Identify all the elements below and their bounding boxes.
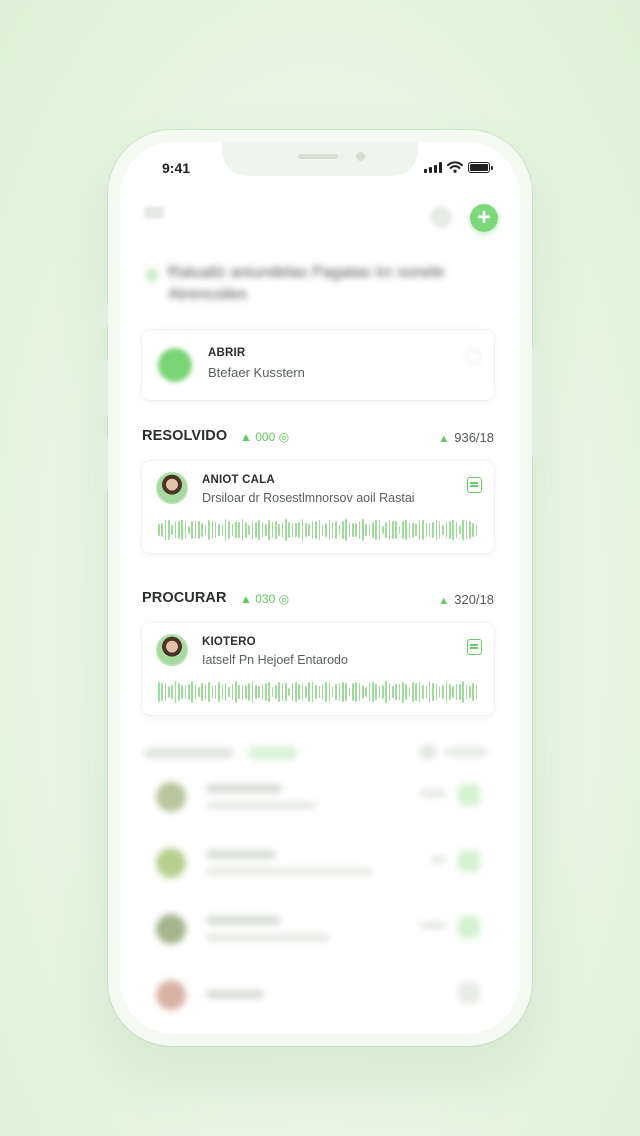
audio-waveform[interactable]: [158, 679, 478, 705]
status-icons: [424, 161, 493, 173]
row-action-button[interactable]: [458, 850, 480, 872]
placeholder-line: [206, 850, 276, 859]
placeholder-meta: [444, 748, 488, 756]
profile-icon[interactable]: [430, 206, 452, 228]
status-dot: [158, 348, 192, 382]
menu-icon[interactable]: [144, 208, 164, 224]
phone-screen: 9:41 + Ratualiz aniundelas Pagatas Icr s…: [120, 142, 520, 1034]
list-row[interactable]: [142, 770, 494, 826]
item-title: KIOTERO: [202, 636, 256, 648]
placeholder-title: [144, 748, 234, 758]
placeholder-badge: [248, 746, 298, 760]
section-title-procurar: PROCURAR: [142, 590, 227, 606]
list-row[interactable]: [142, 968, 494, 1024]
row-action-button[interactable]: [458, 916, 480, 938]
placeholder-icon: [420, 744, 436, 760]
status-time: 9:41: [162, 160, 191, 176]
list-row[interactable]: [142, 836, 494, 892]
volume-down-button: [102, 436, 108, 492]
headline-text: Ratualiz aniundelas Pagatas Icr sonele A…: [168, 264, 445, 303]
wifi-icon: [447, 161, 463, 173]
battery-icon: [468, 161, 493, 173]
document-icon[interactable]: [467, 477, 482, 493]
open-card-subtitle: Btefaer Kusstern: [208, 365, 305, 380]
avatar: [156, 848, 186, 878]
headline-dot: [146, 269, 158, 281]
item-title: ANIOT CALA: [202, 474, 275, 486]
sync-icon: ◎: [278, 430, 290, 444]
thumbs-up-icon: ▲: [240, 592, 252, 606]
placeholder-line: [206, 802, 316, 809]
placeholder-meta: [430, 856, 446, 863]
section-right-value: ▲ 320/18: [438, 592, 494, 607]
list-row[interactable]: [142, 902, 494, 958]
row-action-button[interactable]: [458, 784, 480, 806]
document-icon[interactable]: [467, 639, 482, 655]
placeholder-line: [206, 784, 282, 793]
list-item[interactable]: ANIOT CALA Drsiloar dr Rosestlmnorsov ao…: [142, 461, 494, 553]
signal-icon: [424, 161, 442, 173]
list-item[interactable]: KIOTERO Iatself Pn Hejoef Entarodo: [142, 623, 494, 715]
item-subtitle: Iatself Pn Hejoef Entarodo: [202, 653, 348, 667]
open-card[interactable]: ABRIR Btefaer Kusstern: [142, 330, 494, 400]
placeholder-line: [206, 868, 372, 875]
audio-waveform[interactable]: [158, 517, 478, 543]
avatar: [156, 914, 186, 944]
camera: [356, 152, 365, 161]
side-button: [102, 302, 108, 328]
headline: Ratualiz aniundelas Pagatas Icr sonele A…: [146, 262, 486, 306]
item-subtitle: Drsiloar dr Rosestlmnorsov aoil Rastai: [202, 491, 415, 505]
phone-frame: 9:41 + Ratualiz aniundelas Pagatas Icr s…: [102, 130, 538, 1046]
avatar: [156, 634, 188, 666]
add-button[interactable]: +: [470, 204, 498, 232]
section-meta-value: 030: [255, 592, 276, 606]
thumbs-up-icon: ▲: [240, 430, 252, 444]
placeholder-meta: [420, 790, 446, 797]
speaker: [298, 154, 338, 159]
notch: [222, 142, 418, 176]
trend-up-icon: ▲: [438, 433, 450, 445]
avatar: [156, 980, 186, 1010]
trend-up-icon: ▲: [438, 595, 450, 607]
section-meta: ▲ 000 ◎: [240, 430, 289, 444]
avatar: [156, 782, 186, 812]
section-right-number: 320/18: [454, 592, 494, 607]
row-action-button[interactable]: [458, 982, 480, 1004]
section-meta-value: 000: [255, 430, 276, 444]
chevron-icon[interactable]: [466, 350, 480, 364]
volume-up-button: [102, 358, 108, 418]
placeholder-meta: [420, 922, 446, 929]
section-right-number: 936/18: [454, 430, 494, 445]
placeholder-line: [206, 916, 280, 925]
open-card-title: ABRIR: [208, 347, 246, 359]
power-button: [532, 346, 538, 458]
avatar: [156, 472, 188, 504]
placeholder-line: [206, 990, 264, 999]
section-meta: ▲ 030 ◎: [240, 592, 289, 606]
section-right-value: ▲ 936/18: [438, 430, 494, 445]
section-title-resolvido: RESOLVIDO: [142, 428, 228, 444]
sync-icon: ◎: [278, 592, 290, 606]
placeholder-line: [206, 934, 330, 941]
